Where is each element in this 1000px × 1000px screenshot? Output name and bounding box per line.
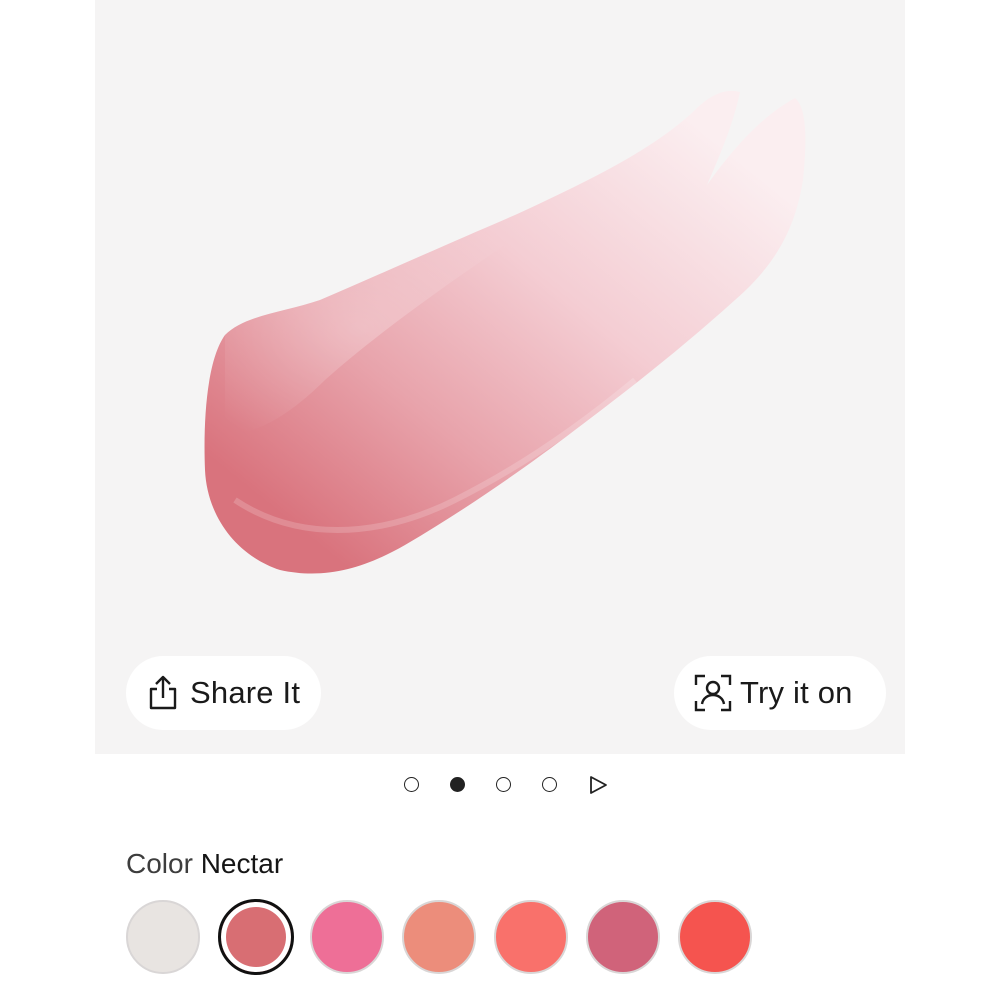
color-selection-heading: Color Nectar — [126, 848, 283, 880]
share-button[interactable]: Share It — [126, 656, 321, 730]
color-swatch-list — [0, 898, 1000, 978]
carousel-dot-4[interactable] — [542, 777, 557, 792]
product-image-gallery[interactable] — [95, 0, 905, 754]
share-button-label: Share It — [190, 675, 301, 710]
carousel-dot-1[interactable] — [404, 777, 419, 792]
color-swatch-4[interactable] — [402, 900, 476, 974]
share-icon — [144, 674, 182, 712]
face-scan-icon — [694, 674, 732, 712]
try-it-on-label: Try it on — [740, 675, 853, 710]
color-swatch-1[interactable] — [126, 900, 200, 974]
color-swatch-2-nectar[interactable] — [218, 899, 294, 975]
color-label: Color — [126, 848, 193, 879]
carousel-pagination — [0, 773, 1000, 797]
carousel-dot-3[interactable] — [496, 777, 511, 792]
lip-product-swatch-image — [204, 90, 806, 574]
play-video-icon[interactable] — [589, 775, 609, 800]
carousel-dot-2-active[interactable] — [450, 777, 465, 792]
color-swatch-5[interactable] — [494, 900, 568, 974]
color-swatch-3[interactable] — [310, 900, 384, 974]
color-swatch-7[interactable] — [678, 900, 752, 974]
color-swatch-6[interactable] — [586, 900, 660, 974]
selected-color-name: Nectar — [200, 848, 284, 879]
try-it-on-button[interactable]: Try it on — [674, 656, 886, 730]
